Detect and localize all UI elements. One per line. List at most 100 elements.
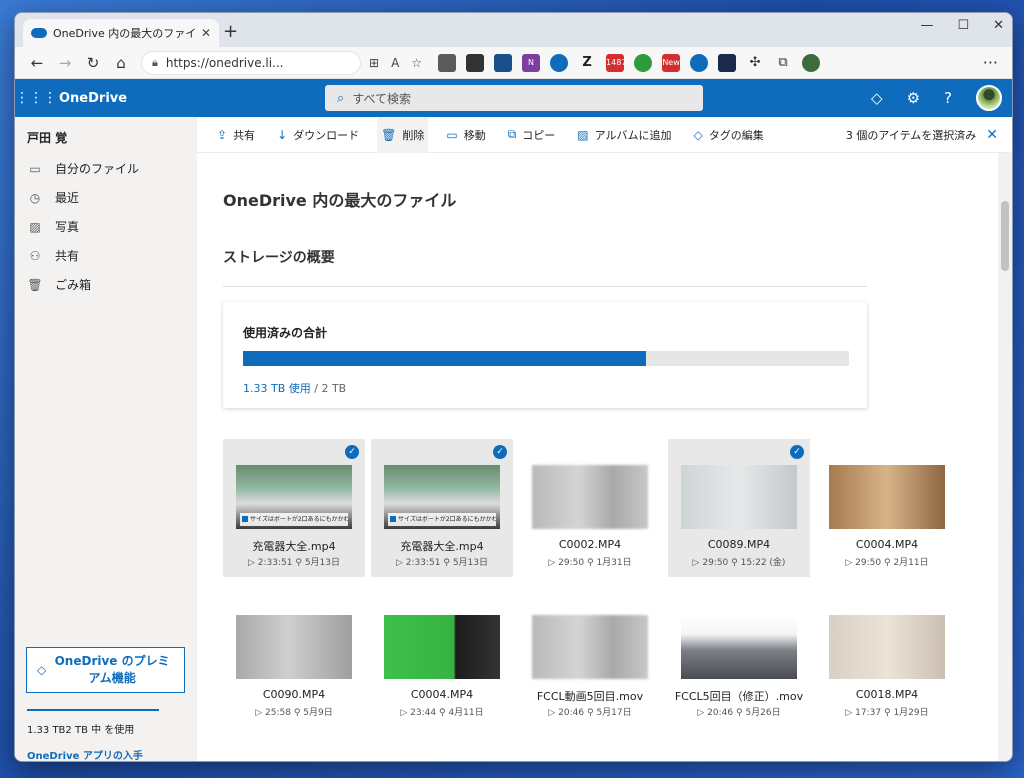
close-tab-icon[interactable]: ✕: [201, 26, 211, 40]
selection-info: 3 個のアイテムを選択済み ✕: [846, 127, 1012, 143]
onenote-icon[interactable]: N: [522, 53, 541, 72]
refresh-icon[interactable]: ↻: [79, 54, 107, 72]
file-tile[interactable]: C0002.MP4 ▷ 29:50 ⚲ 1月31日: [519, 439, 661, 577]
file-date: 2月11日: [893, 558, 929, 568]
checkmark-icon[interactable]: ✓: [345, 445, 359, 459]
extension-icon[interactable]: [718, 53, 737, 72]
main-area: 戸田 覚 ▭ 自分のファイル ◷ 最近 ▨ 写真 ⚇ 共有 🗑︎ ごみ箱 ◇ O…: [15, 116, 1012, 761]
back-icon[interactable]: ←: [23, 54, 51, 72]
clear-selection-icon[interactable]: ✕: [986, 127, 998, 143]
browser-tab[interactable]: OneDrive 内の最大のファイル - One ✕: [23, 19, 219, 47]
new-badge-icon[interactable]: New: [662, 53, 681, 72]
file-tile[interactable]: ✓ サイズはボートが2口あるにもかかわらず 他の2製品と比べて更にコンパクトです。…: [223, 439, 365, 577]
play-icon: ▷: [548, 708, 559, 718]
file-meta: ▷ 23:44 ⚲ 4月11日: [371, 705, 513, 718]
help-icon[interactable]: ?: [944, 89, 952, 107]
favorite-add-icon[interactable]: ☆: [411, 56, 422, 70]
scrollbar-thumb[interactable]: [1001, 201, 1009, 271]
folder-icon: ▭: [29, 161, 41, 176]
share-button[interactable]: ⇪ 共有: [213, 117, 259, 153]
file-thumbnail: [532, 615, 648, 679]
settings-gear-icon[interactable]: ⚙: [907, 89, 920, 107]
play-icon: ▷: [692, 558, 703, 568]
file-tile[interactable]: ✓ C0089.MP4 ▷ 29:50 ⚲ 15:22 (金): [668, 439, 810, 577]
extension-icon[interactable]: [550, 53, 569, 72]
premium-diamond-icon[interactable]: ◇: [871, 89, 883, 107]
storage-used-link[interactable]: 1.33 TB 使用: [243, 382, 311, 395]
file-duration: 20:46: [707, 708, 734, 718]
copy-button[interactable]: ⧉ コピー: [504, 117, 560, 153]
add-to-album-label: アルバムに追加: [594, 128, 672, 142]
collections-icon[interactable]: ⧉: [774, 54, 792, 72]
file-tile[interactable]: C0004.MP4 ▷ 23:44 ⚲ 4月11日: [371, 589, 513, 727]
maximize-icon[interactable]: ☐: [957, 18, 969, 33]
sidebar-item-recycle-bin[interactable]: 🗑︎ ごみ箱: [15, 270, 197, 299]
shared-person-icon: ⚲: [733, 708, 746, 718]
read-aloud-icon[interactable]: A: [391, 56, 399, 70]
file-meta: ▷ 20:46 ⚲ 5月17日: [519, 705, 661, 718]
delete-button[interactable]: 🗑︎ 削除: [377, 116, 429, 153]
zotero-icon[interactable]: Z: [578, 54, 596, 72]
extension-icon[interactable]: [494, 53, 513, 72]
app-name[interactable]: OneDrive: [59, 91, 127, 106]
download-button[interactable]: ↓ ダウンロード: [273, 117, 363, 153]
extension-icon[interactable]: [466, 53, 485, 72]
more-icon[interactable]: ···: [983, 53, 1004, 72]
minimize-icon[interactable]: —: [920, 18, 933, 33]
sidebar-item-recent[interactable]: ◷ 最近: [15, 183, 197, 212]
sidebar-item-shared[interactable]: ⚇ 共有: [15, 241, 197, 270]
extension-icon[interactable]: [438, 53, 457, 72]
file-meta: ▷ 25:58 ⚲ 5月9日: [223, 705, 365, 718]
app-launcher-icon[interactable]: ⋮⋮⋮: [15, 90, 57, 106]
gmail-badge-icon[interactable]: 1487: [606, 53, 626, 72]
file-tile[interactable]: FCCL動画5回目.mov ▷ 20:46 ⚲ 5月17日: [519, 589, 661, 727]
search-input[interactable]: ⌕ すべて検索: [325, 85, 703, 111]
file-meta: ▷ 2:33:51 ⚲ 5月13日: [223, 555, 365, 568]
puzzle-icon[interactable]: ✣: [746, 54, 764, 72]
storage-progress-bar: [243, 351, 849, 366]
url-field[interactable]: 🔒︎ https://onedrive.li...: [141, 50, 361, 75]
apps-icon[interactable]: ⊞: [369, 56, 379, 70]
file-meta: ▷ 2:33:51 ⚲ 5月13日: [371, 555, 513, 568]
file-date: 4月11日: [448, 708, 484, 718]
edit-tags-button[interactable]: ◇ タグの編集: [690, 117, 768, 153]
file-tile[interactable]: C0004.MP4 ▷ 29:50 ⚲ 2月11日: [816, 439, 958, 577]
scrollbar[interactable]: [998, 153, 1012, 761]
file-date: 5月26日: [745, 708, 781, 718]
file-tile[interactable]: C0018.MP4 ▷ 17:37 ⚲ 1月29日: [816, 589, 958, 727]
forward-icon[interactable]: →: [51, 54, 79, 72]
onedrive-header: ⋮⋮⋮ OneDrive ⌕ すべて検索 ◇ ⚙ ?: [15, 79, 1012, 117]
get-app-link[interactable]: OneDrive アプリの入手: [27, 747, 143, 761]
new-tab-icon[interactable]: +: [223, 21, 238, 42]
onedrive-cloud-icon: [31, 28, 47, 38]
play-icon: ▷: [395, 558, 406, 568]
thumbnail-caption: サイズはボートが2口あるにもかかわらず 他の2製品と比べて更にコンパクトです。: [240, 513, 348, 526]
home-icon[interactable]: ⌂: [107, 54, 135, 72]
checkmark-icon[interactable]: ✓: [790, 445, 804, 459]
storage-usage-text[interactable]: 1.33 TB2 TB 中 を使用: [27, 721, 134, 736]
premium-button[interactable]: ◇ OneDrive のプレミアム機能: [26, 647, 185, 693]
sidebar-item-photos[interactable]: ▨ 写真: [15, 212, 197, 241]
sidebar-item-my-files[interactable]: ▭ 自分のファイル: [15, 154, 197, 183]
storage-card-title: 使用済みの合計: [243, 326, 328, 340]
evernote-icon[interactable]: [634, 53, 653, 72]
premium-diamond-icon: ◇: [37, 662, 47, 677]
share-label: 共有: [233, 128, 256, 142]
extensions-bar: N Z 1487 New ✣ ⧉: [438, 53, 821, 72]
file-thumbnail: [384, 615, 500, 679]
file-tile[interactable]: ✓ サイズはボートが2口あるにもかかわらず 他の2製品と比べて更にコンパクトです。…: [371, 439, 513, 577]
play-icon: ▷: [845, 558, 856, 568]
file-thumbnail: サイズはボートが2口あるにもかかわらず 他の2製品と比べて更にコンパクトです。: [384, 465, 500, 529]
avatar[interactable]: [976, 85, 1002, 111]
close-window-icon[interactable]: ✕: [993, 18, 1004, 33]
shared-person-icon: ⚲: [436, 708, 449, 718]
move-button[interactable]: ▭ 移動: [442, 117, 489, 153]
profile-icon[interactable]: [802, 53, 821, 72]
checkmark-icon[interactable]: ✓: [493, 445, 507, 459]
extension-icon[interactable]: [690, 53, 709, 72]
shared-person-icon: ⚲: [292, 558, 305, 568]
file-tile[interactable]: C0090.MP4 ▷ 25:58 ⚲ 5月9日: [223, 589, 365, 727]
storage-usage: 1.33 TB 使用 / 2 TB: [243, 380, 346, 396]
add-to-album-button[interactable]: ▨ アルバムに追加: [573, 117, 675, 153]
file-tile[interactable]: FCCL5回目（修正）.mov ▷ 20:46 ⚲ 5月26日: [668, 589, 810, 727]
